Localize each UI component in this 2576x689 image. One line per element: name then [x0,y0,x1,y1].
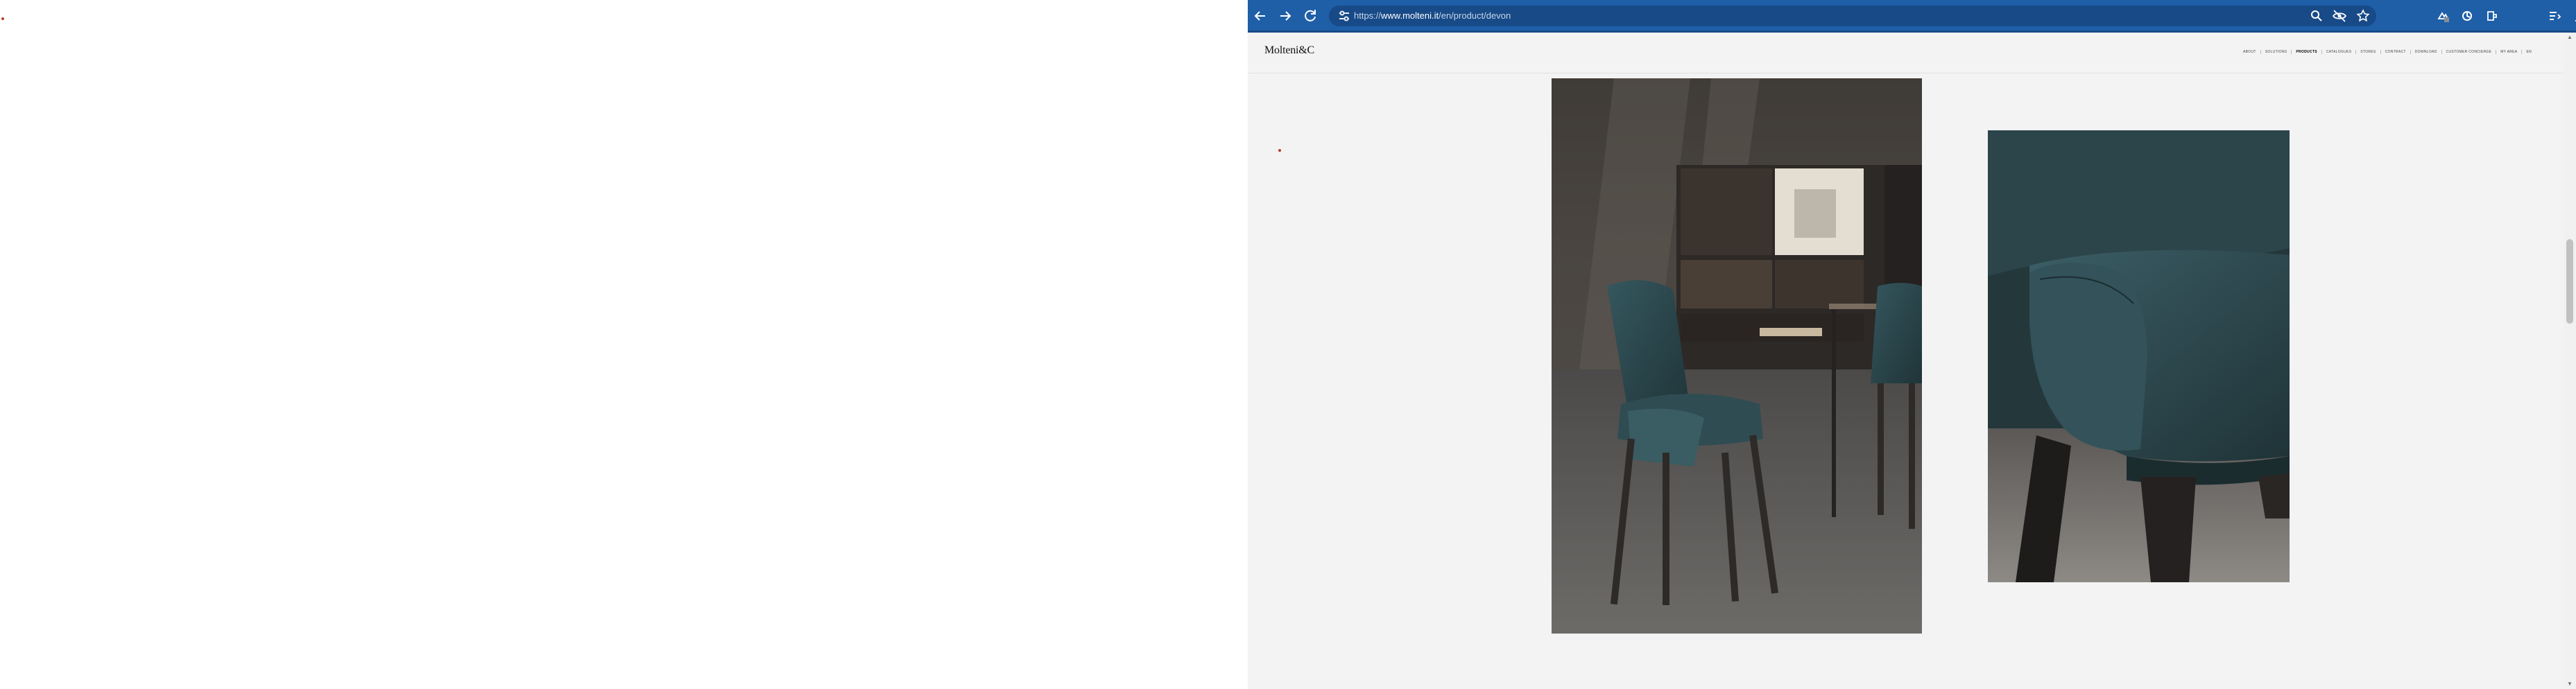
reading-list-button[interactable] [2546,8,2563,24]
chair-detail-photo [1988,130,2290,582]
nav-divider [2410,50,2411,54]
arrow-left-icon [1254,11,1265,21]
nav-item-my-area[interactable]: MY AREA [2500,50,2517,54]
forward-button[interactable] [1277,8,1294,24]
blank-left-area [0,0,1248,689]
zoom-button[interactable] [2308,8,2325,24]
language-selector[interactable]: EN [2526,50,2532,54]
url-text[interactable]: https://www.molteni.it/en/product/devon [1354,6,1511,26]
nav-divider [2441,50,2442,54]
nav-item-download[interactable]: DOWNLOAD [2415,50,2437,54]
nav-item-stores[interactable]: STORES [2360,50,2376,54]
puzzle-icon [2487,11,2497,21]
nav-item-customer-concierge[interactable]: CUSTOMER CONCIERGE [2446,50,2492,54]
nav-item-products[interactable]: PRODUCTS [2296,50,2317,54]
nav-divider [2355,50,2357,54]
url-scheme: https:// [1354,10,1382,21]
chair-closeup-illustration [1988,130,2290,582]
back-button[interactable] [1252,8,1269,24]
dining-scene-illustration [1552,78,1922,634]
nav-item-solutions[interactable]: SOLUTIONS [2265,50,2287,54]
tune-icon [1339,10,1349,21]
nav-item-about[interactable]: ABOUT [2243,50,2256,54]
sync-icon [2462,11,2472,21]
scroll-down-arrow[interactable]: ▼ [2564,679,2576,689]
nav-divider [2380,50,2381,54]
browser-toolbar: https://www.molteni.it/en/product/devon [1248,0,2576,33]
browser-window: https://www.molteni.it/en/product/devon [1248,0,2576,689]
extension-button-1[interactable] [2435,8,2451,24]
nav-divider [2291,50,2292,54]
eye-off-icon [2332,10,2347,22]
site-info-button[interactable] [1336,8,1353,24]
nav-divider [2260,50,2261,54]
extensions-button[interactable] [2484,8,2500,24]
star-icon [2356,9,2370,22]
nav-divider [2321,50,2322,54]
dining-room-photo [1552,78,1922,634]
marker-dot [1278,149,1281,152]
reload-icon [1305,10,1316,21]
nav-item-catalogues[interactable]: CATALOGUES [2326,50,2351,54]
url-path: /en/product/devon [1439,10,1511,21]
reload-button[interactable] [1302,8,1319,24]
bookmark-button[interactable] [2355,8,2371,24]
scrollbar-thumb[interactable] [2566,239,2573,324]
page-scrollbar[interactable]: ▲ ▼ [2564,33,2576,689]
download-icon [2575,20,2576,21]
main-nav: ABOUT SOLUTIONS PRODUCTS CATALOGUES STOR… [2243,50,2532,54]
tracking-protection-button[interactable] [2331,8,2348,24]
address-bar[interactable]: https://www.molteni.it/en/product/devon [1329,6,2376,26]
url-domain: www.molteni.it [1381,10,1439,21]
site-header: Molteni&C ABOUT SOLUTIONS PRODUCTS CATAL… [1248,33,2564,73]
list-icon [2550,12,2561,20]
magnifier-icon [2311,10,2322,21]
nav-divider [2521,50,2523,54]
extension-button-2[interactable] [2459,8,2475,24]
scroll-up-arrow[interactable]: ▲ [2564,33,2576,42]
downloads-button[interactable] [2572,8,2576,24]
nav-item-contract[interactable]: CONTRACT [2385,50,2406,54]
arrow-right-icon [1280,11,1291,21]
brand-logo[interactable]: Molteni&C [1264,44,1314,57]
marker-dot [1,17,4,20]
extension-icon [2437,12,2449,22]
